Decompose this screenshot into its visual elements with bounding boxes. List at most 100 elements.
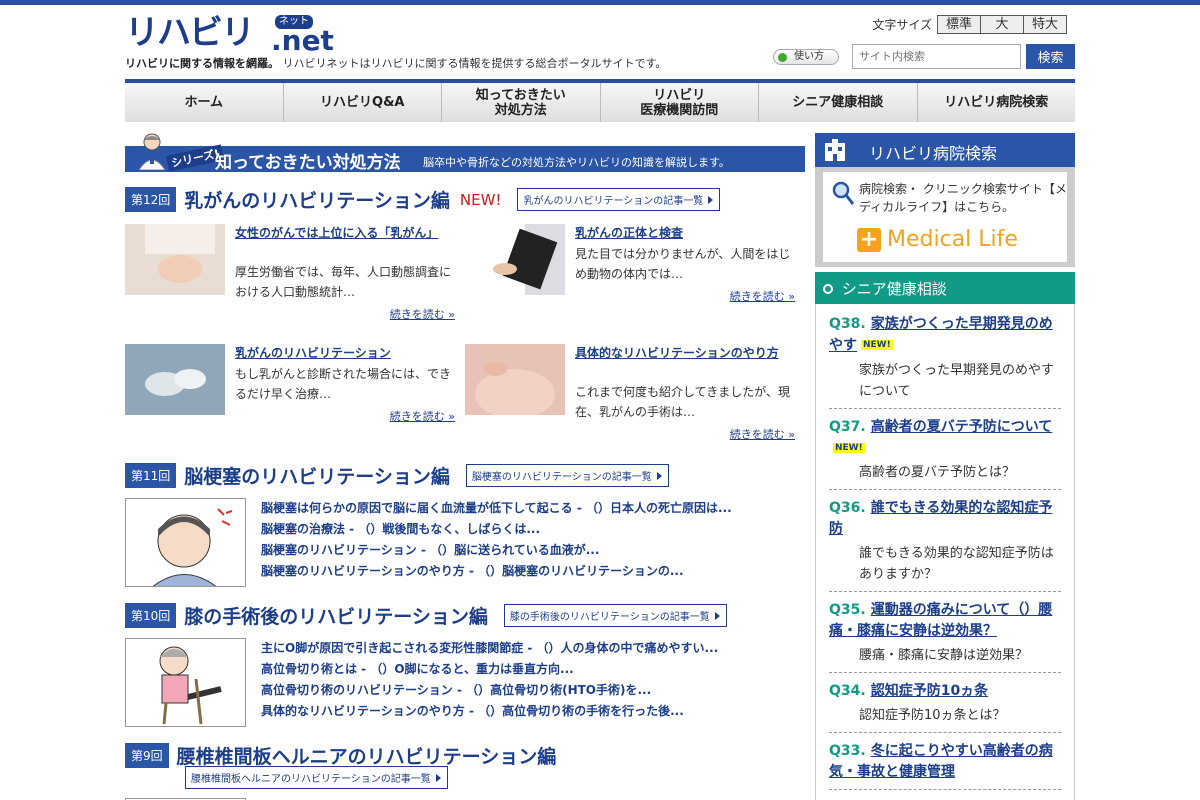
article-title-link[interactable]: 女性のがんでは上位に入る「乳がん」 <box>235 224 455 242</box>
medical-life-logo: + Medical Life <box>857 227 1018 252</box>
doctor-avatar-icon <box>138 133 166 170</box>
series-subtitle: 脳卒中や骨折などの対処方法やリハビリの知識を解説します。 <box>423 156 730 169</box>
article-title-link[interactable]: 乳がんのリハビリテーション <box>235 344 455 362</box>
article-desc: もし乳がんと診断された場合には、できるだけ早く治療… <box>235 367 452 401</box>
magnifier-icon <box>832 181 855 205</box>
qa-item: Q38. 家族がつくった早期発見のめやす NEW! 家族がつくった早期発見のめやすに… <box>829 314 1061 409</box>
article-title-link[interactable]: 具体的なリハビリテーションのやり方 <box>575 344 795 362</box>
nav-rehab-qa[interactable]: リハビリQ&A <box>284 83 442 122</box>
senior-consult-title: シニア健康相談 <box>841 280 947 298</box>
article-title-link[interactable]: 乳がんの正体と検査 <box>575 224 795 242</box>
episode-link[interactable]: 主にO脚が原因で引き起こされる変形性膝関節症 - （）人の身体の中で痛めやすい.… <box>261 638 805 659</box>
article-thumbnail[interactable] <box>125 344 225 415</box>
headache-illustration <box>125 498 246 587</box>
episode-link[interactable]: 脳梗塞のリハビリテーションのやり方 - （）脳梗塞のリハビリテーションの... <box>261 561 805 582</box>
hospital-search-title: リハビリ病院検索 <box>869 144 998 163</box>
logo-net: .net <box>271 24 334 57</box>
episode-11-links: 脳梗塞は何らかの原因で脳に届く血流量が低下して起こる - （）日本人の死亡原因は… <box>261 498 805 582</box>
qa-answer: 腰痛・膝痛に安静は逆効果？ <box>859 648 1029 663</box>
episode-title[interactable]: 膝の手術後のリハビリテーション編 <box>184 602 488 629</box>
logo-main: リハビリ <box>125 13 255 53</box>
font-size-switcher: 文字サイズ 標準 大 特大 <box>872 15 1067 34</box>
nav-facility-visit[interactable]: リハビリ 医療機関訪問 <box>601 83 759 122</box>
knee-illustration <box>125 638 246 727</box>
nav-senior-consult[interactable]: シニア健康相談 <box>759 83 918 122</box>
nav-coping-methods[interactable]: 知っておきたい 対処方法 <box>442 83 601 122</box>
font-size-xlarge-button[interactable]: 特大 <box>1023 15 1067 34</box>
article-card: 具体的なリハビリテーションのやり方 これまで何度も紹介してきましたが、現在、乳が… <box>465 344 795 444</box>
episode-link[interactable]: 高位骨切り術とは - （）O脚になると、重力は垂直方向... <box>261 659 805 680</box>
site-tagline: リハビリに関する情報を網羅。 リハビリネットはリハビリに関する情報を提供する総合… <box>125 55 666 71</box>
seated-elder-icon <box>159 646 222 725</box>
article-desc: これまで何度も紹介してきましたが、現在、乳がんの手術は… <box>575 385 791 419</box>
search-button[interactable]: 検索 <box>1026 44 1075 69</box>
episode-list-button[interactable]: 脳梗塞のリハビリテーションの記事一覧 <box>465 464 669 487</box>
howto-label: 使い方 <box>794 51 824 62</box>
episode-9-header: 第9回 腰椎椎間板ヘルニアのリハビリテーション編 <box>125 742 556 769</box>
tagline-text: リハビリネットはリハビリに関する情報を提供する総合ポータルサイトです。 <box>282 57 667 70</box>
series-title: 知っておきたい対処方法 <box>215 153 401 173</box>
qa-item: Q33. 冬に起こりやすい高齢者の病気・事故と健康管理 <box>829 741 1061 790</box>
article-card: 乳がんのリハビリテーション もし乳がんと診断された場合には、できるだけ早く治療…… <box>125 344 455 444</box>
hospital-search-box: 病院検索・ クリニック検索サイト【メディカルライフ】はこちら。 + Medica… <box>815 167 1075 267</box>
episode-number: 第10回 <box>125 603 177 628</box>
episode-10-links: 主にO脚が原因で引き起こされる変形性膝関節症 - （）人の身体の中で痛めやすい.… <box>261 638 805 722</box>
plus-icon: + <box>857 227 881 252</box>
new-badge: NEW! <box>861 340 893 350</box>
senior-consult-list: Q38. 家族がつくった早期発見のめやす NEW! 家族がつくった早期発見のめやすに… <box>815 304 1075 800</box>
episode-11-header: 第11回 脳梗塞のリハビリテーション編 脳梗塞のリハビリテーションの記事一覧 <box>125 462 669 489</box>
episode-link[interactable]: 具体的なリハビリテーションのやり方 - （）高位骨切り術の手術を行った後... <box>261 701 805 722</box>
qa-item: Q36. 誰でもきる効果的な認知症予防 誰でもきる効果的な認知症予防はありますか？ <box>829 498 1061 592</box>
read-more-link[interactable]: 続きを読む » <box>390 408 455 424</box>
episode-number: 第9回 <box>125 743 169 768</box>
episode-9-list-row: 腰椎椎間板ヘルニアのリハビリテーションの記事一覧 <box>185 766 448 789</box>
hands-on-chest-image <box>145 224 215 283</box>
qa-number: Q38. <box>829 316 866 332</box>
qa-title-link[interactable]: 認知症予防10ヵ条 <box>871 683 988 699</box>
search-input[interactable] <box>852 44 1021 69</box>
qa-answer: 家族がつくった早期発見のめやすについて <box>859 362 1055 399</box>
hospital-search-header: リハビリ病院検索 <box>815 133 1075 167</box>
hospital-building-icon <box>825 139 845 161</box>
doctor-clipboard-image <box>465 224 558 295</box>
article-thumbnail[interactable] <box>465 224 565 295</box>
qa-item: Q37. 高齢者の夏バテ予防について NEW! 高齢者の夏バテ予防とは？ <box>829 417 1061 490</box>
howto-icon <box>778 53 787 62</box>
episode-link[interactable]: 高位骨切り術のリハビリテーション - （）高位骨切り術(HTO手術)を... <box>261 680 805 701</box>
font-size-large-button[interactable]: 大 <box>980 15 1024 34</box>
episode-title[interactable]: 脳梗塞のリハビリテーション編 <box>184 462 450 489</box>
qa-answer: 高齢者の夏バテ予防とは？ <box>859 465 1016 480</box>
nav-home[interactable]: ホーム <box>125 83 284 122</box>
episode-title[interactable]: 腰椎椎間板ヘルニアのリハビリテーション編 <box>177 742 557 769</box>
article-desc: 見た目では分かりませんが、人間をはじめ動物の体内では… <box>575 247 791 281</box>
episode-link[interactable]: 脳梗塞のリハビリテーション - （）脳に送られている血液が... <box>261 540 805 561</box>
qa-title-link[interactable]: 高齢者の夏バテ予防について <box>871 419 1053 435</box>
read-more-link[interactable]: 続きを読む » <box>390 306 455 322</box>
episode-title[interactable]: 乳がんのリハビリテーション編 <box>184 186 450 213</box>
read-more-link[interactable]: 続きを読む » <box>730 288 795 304</box>
site-logo[interactable]: リハビリ ネット .net <box>125 13 334 55</box>
episode-link[interactable]: 脳梗塞の治療法 - （）戦後間もなく、しばらくは... <box>261 519 805 540</box>
episode-list-button[interactable]: 膝の手術後のリハビリテーションの記事一覧 <box>503 604 727 627</box>
read-more-link[interactable]: 続きを読む » <box>730 426 795 442</box>
qa-answer: 誰でもきる効果的な認知症予防はありますか？ <box>859 546 1054 582</box>
senior-consult-header: シニア健康相談 <box>815 272 1075 304</box>
qa-number: Q37. <box>829 418 866 435</box>
episode-link[interactable]: 脳梗塞は何らかの原因で脳に届く血流量が低下して起こる - （）日本人の死亡原因は… <box>261 498 805 519</box>
episode-list-button[interactable]: 乳がんのリハビリテーションの記事一覧 <box>517 188 721 211</box>
episode-number: 第11回 <box>125 463 177 488</box>
howto-button[interactable]: 使い方 <box>773 49 839 65</box>
headache-person-icon <box>152 508 233 586</box>
article-thumbnail[interactable] <box>125 224 225 295</box>
episode-list-button[interactable]: 腰椎椎間板ヘルニアのリハビリテーションの記事一覧 <box>185 766 448 789</box>
qa-item: Q35. 運動器の痛みについて（）腰痛・膝痛に安静は逆効果？ 腰痛・膝痛に安静は逆… <box>829 600 1061 673</box>
article-card: 乳がんの正体と検査 見た目では分かりませんが、人間をはじめ動物の体内では… 続き… <box>465 224 795 324</box>
qa-answer: 認知症予防10ヵ条とは？ <box>859 708 1006 723</box>
new-badge: NEW! <box>459 190 502 209</box>
qa-number: Q36. <box>829 500 866 516</box>
article-desc: 厚生労働省では、毎年、人口動態調査における人口動態統計… <box>235 265 452 299</box>
article-thumbnail[interactable] <box>465 344 565 419</box>
font-size-standard-button[interactable]: 標準 <box>937 15 981 34</box>
medical-life-banner[interactable]: 病院検索・ クリニック検索サイト【メディカルライフ】はこちら。 + Medica… <box>823 172 1067 262</box>
nav-hospital-search[interactable]: リハビリ病院検索 <box>918 83 1076 122</box>
